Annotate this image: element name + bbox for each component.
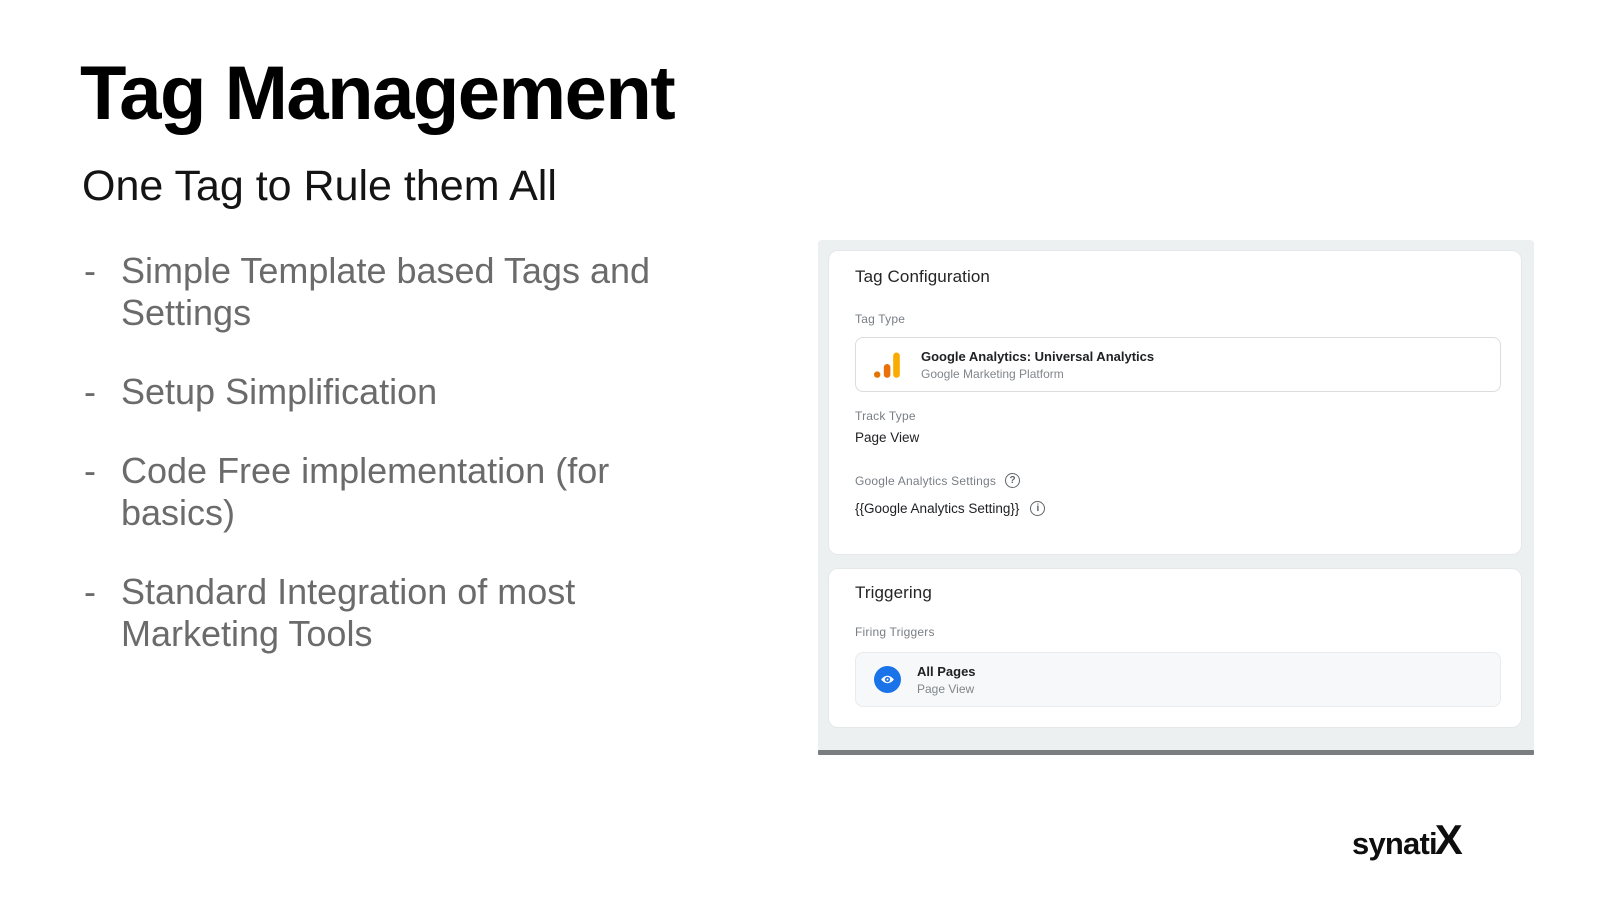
tag-configuration-card: Tag Configuration Tag Type Google Analyt…: [828, 250, 1522, 555]
google-analytics-icon: [872, 350, 902, 380]
bullet-text: Code Free implementation (for basics): [121, 450, 609, 534]
tag-configuration-heading: Tag Configuration: [855, 267, 990, 287]
list-item: - Setup Simplification: [84, 371, 764, 413]
tag-type-row[interactable]: Google Analytics: Universal Analytics Go…: [855, 337, 1501, 392]
triggering-heading: Triggering: [855, 583, 932, 603]
bullet-text: Simple Template based Tags and Settings: [121, 250, 650, 334]
bullet-text: Setup Simplification: [121, 371, 437, 413]
trigger-name: All Pages: [917, 664, 976, 679]
list-item: - Standard Integration of most Marketing…: [84, 571, 764, 655]
ga-settings-value: {{Google Analytics Setting}}: [855, 501, 1019, 516]
pageview-eye-icon: [874, 666, 901, 693]
list-item: - Code Free implementation (for basics): [84, 450, 764, 534]
info-icon[interactable]: i: [1030, 501, 1045, 516]
bullet-dash: -: [84, 371, 121, 413]
track-type-label: Track Type: [855, 409, 916, 423]
bullet-list: - Simple Template based Tags and Setting…: [84, 250, 764, 692]
screenshot-bottom-bar: [818, 750, 1534, 755]
page-subtitle: One Tag to Rule them All: [82, 162, 557, 211]
help-glyph: ?: [1010, 476, 1016, 486]
synatix-logo: synatiX: [1352, 816, 1462, 864]
track-type-value: Page View: [855, 430, 919, 445]
gtm-screenshot-panel: Tag Configuration Tag Type Google Analyt…: [818, 240, 1534, 755]
info-glyph: i: [1036, 504, 1039, 514]
bullet-dash: -: [84, 450, 121, 534]
bullet-dash: -: [84, 250, 121, 334]
triggering-card: Triggering Firing Triggers All Pages Pag…: [828, 568, 1522, 728]
page-title: Tag Management: [80, 54, 674, 134]
ga-settings-row: Google Analytics Settings ?: [855, 473, 1020, 488]
firing-triggers-label: Firing Triggers: [855, 625, 935, 639]
ga-settings-label: Google Analytics Settings: [855, 474, 996, 488]
logo-x-letter: X: [1435, 816, 1462, 864]
tag-type-name: Google Analytics: Universal Analytics: [921, 349, 1154, 364]
tag-type-label: Tag Type: [855, 312, 905, 326]
trigger-row[interactable]: All Pages Page View: [855, 652, 1501, 707]
slide: Tag Management One Tag to Rule them All …: [0, 0, 1600, 900]
bullet-text: Standard Integration of most Marketing T…: [121, 571, 575, 655]
tag-type-vendor: Google Marketing Platform: [921, 367, 1154, 381]
help-icon[interactable]: ?: [1005, 473, 1020, 488]
ga-settings-value-row: {{Google Analytics Setting}} i: [855, 501, 1045, 516]
logo-text: synati: [1352, 826, 1437, 862]
list-item: - Simple Template based Tags and Setting…: [84, 250, 764, 334]
trigger-type: Page View: [917, 682, 976, 696]
bullet-dash: -: [84, 571, 121, 655]
